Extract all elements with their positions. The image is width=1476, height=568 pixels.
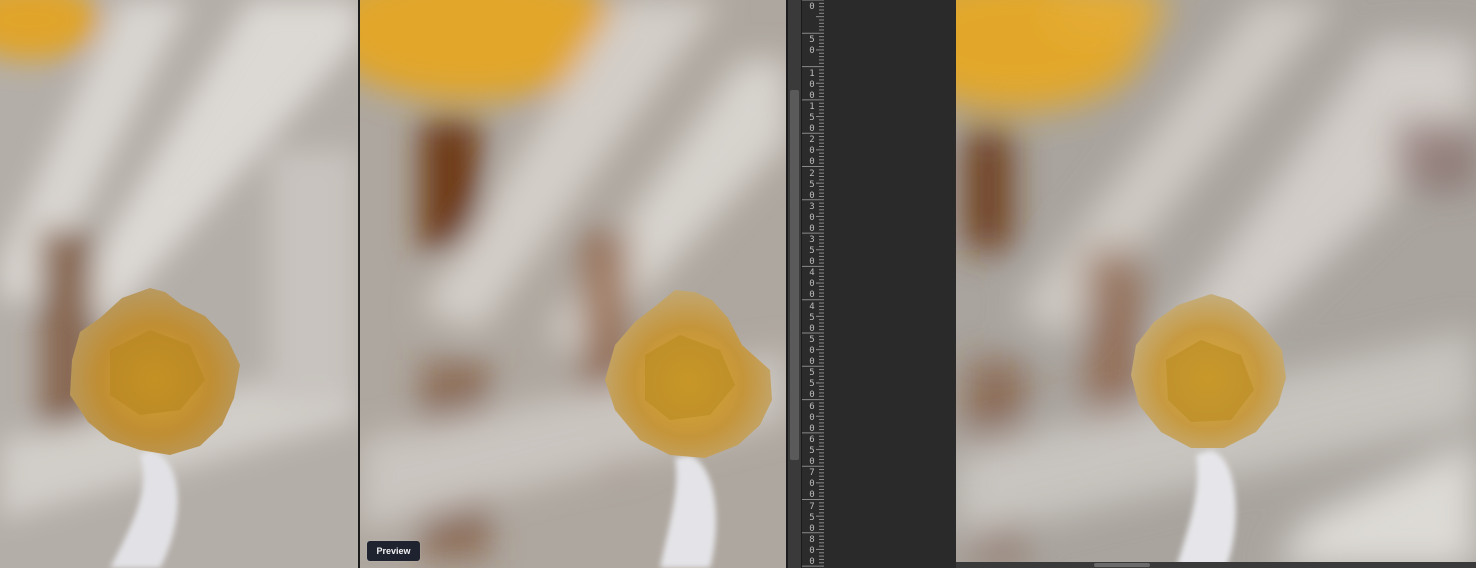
flower-macro-image-right — [956, 0, 1476, 568]
document-canvas[interactable] — [956, 0, 1476, 568]
ruler-label: 6 0 0 — [809, 401, 815, 434]
ruler-label: 7 5 0 — [809, 501, 815, 534]
ruler-label: 2 0 0 — [809, 135, 815, 168]
ruler-label: 2 5 0 — [809, 168, 815, 201]
ruler-label: 8 0 0 — [809, 534, 815, 567]
preview-button[interactable]: Preview — [367, 541, 420, 561]
ruler-label: 0 — [809, 2, 815, 12]
ruler-label: 3 5 0 — [809, 235, 815, 268]
horizontal-scrollbar-thumb[interactable] — [1094, 563, 1150, 567]
scrollbar-thumb[interactable] — [790, 90, 799, 460]
left-image-panel — [0, 0, 358, 568]
ruler-label: 1 5 0 — [809, 101, 815, 134]
ruler-label: 5 0 — [809, 35, 815, 57]
middle-image-panel — [360, 0, 788, 568]
ruler-label: 7 0 0 — [809, 468, 815, 501]
flower-macro-image-middle — [360, 0, 788, 568]
ruler-label: 6 5 0 — [809, 434, 815, 467]
ruler-label: 4 0 0 — [809, 268, 815, 301]
flower-macro-image-left — [0, 0, 358, 568]
vertical-ruler: 0 5 0 1 0 01 5 02 0 02 5 03 0 03 5 04 0 04… — [801, 0, 825, 568]
ruler-label: 4 5 0 — [809, 301, 815, 334]
horizontal-scrollbar[interactable] — [956, 562, 1476, 568]
ruler-label: 1 0 0 — [809, 68, 815, 101]
canvas-pasteboard — [824, 0, 956, 568]
ruler-label: 5 0 0 — [809, 335, 815, 367]
ruler-label: 3 0 0 — [809, 201, 815, 234]
ruler-label: 5 5 0 — [809, 368, 815, 401]
